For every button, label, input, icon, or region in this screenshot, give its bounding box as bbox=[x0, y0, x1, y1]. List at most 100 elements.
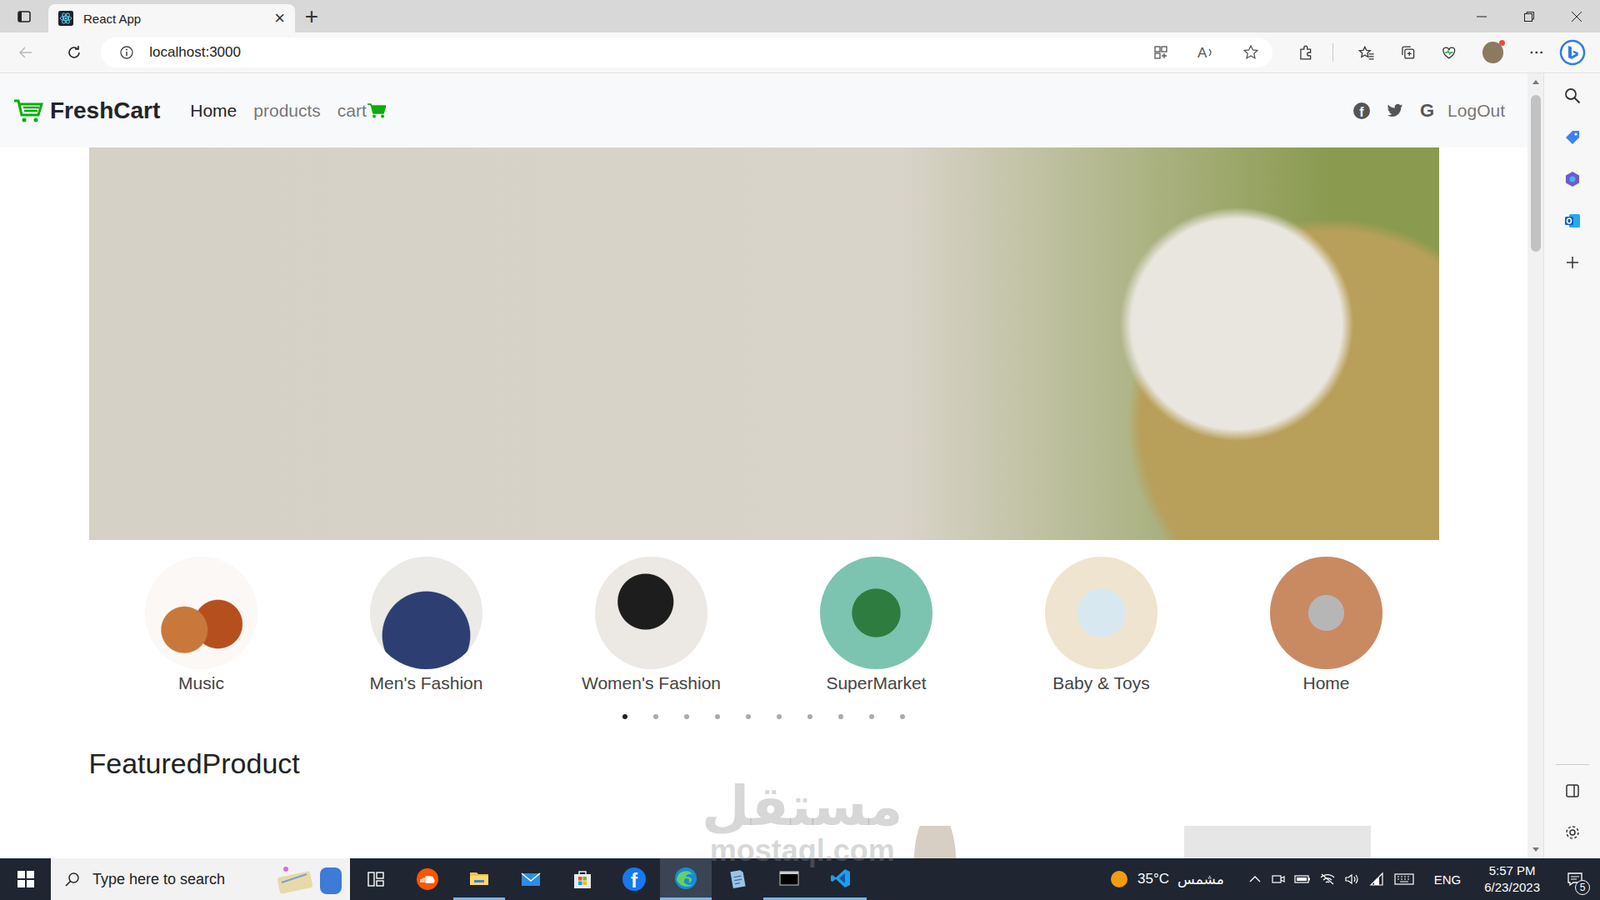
cart-logo-icon bbox=[13, 98, 44, 124]
tab-actions-button[interactable] bbox=[0, 0, 49, 33]
web-page: FreshCartHomeproductscartfGLogOutMusicMe… bbox=[0, 73, 1528, 859]
read-aloud-button[interactable]: A bbox=[1197, 45, 1215, 60]
settings-gear-icon[interactable] bbox=[1563, 823, 1582, 842]
category-item[interactable]: Men's Fashion bbox=[314, 556, 540, 694]
product-card[interactable] bbox=[89, 825, 412, 859]
taskbar-app[interactable] bbox=[350, 858, 402, 900]
facebook-icon[interactable]: f bbox=[1353, 102, 1370, 120]
taskbar-search[interactable]: Type here to search bbox=[50, 858, 350, 900]
address-bar[interactable]: localhost:3000 A bbox=[100, 37, 1273, 68]
search-icon bbox=[64, 870, 81, 888]
taskbar-app[interactable] bbox=[401, 858, 454, 900]
profile-avatar[interactable] bbox=[1482, 41, 1504, 64]
camera-icon[interactable] bbox=[1270, 871, 1286, 887]
restore-button[interactable] bbox=[1505, 0, 1553, 33]
hide-sidebar-icon[interactable] bbox=[1563, 781, 1582, 800]
taskbar-app[interactable] bbox=[556, 858, 609, 900]
logout-link[interactable]: LogOut bbox=[1447, 100, 1505, 121]
favorites-icon[interactable] bbox=[1358, 44, 1375, 61]
carousel-dot[interactable] bbox=[745, 714, 751, 720]
taskbar-app[interactable] bbox=[763, 858, 815, 900]
wifi-icon[interactable] bbox=[1369, 871, 1386, 887]
product-card[interactable] bbox=[431, 825, 755, 859]
carousel-dot[interactable] bbox=[715, 714, 720, 720]
nav-link[interactable]: Home bbox=[190, 100, 237, 121]
taskbar-app[interactable]: f bbox=[608, 858, 660, 900]
input-language[interactable]: ENG bbox=[1434, 872, 1462, 887]
category-item[interactable]: Women's Fashion bbox=[539, 556, 765, 694]
add-icon[interactable] bbox=[1563, 253, 1582, 272]
cart-icon bbox=[367, 103, 386, 119]
refresh-button[interactable] bbox=[52, 44, 97, 61]
carousel-dot[interactable] bbox=[653, 714, 659, 720]
tools-icon[interactable] bbox=[1563, 170, 1582, 189]
browser-tab[interactable]: React App× bbox=[48, 4, 295, 33]
read-aloud-glyph: A bbox=[1197, 45, 1207, 60]
taskbar-app[interactable] bbox=[660, 858, 712, 900]
app-available-icon[interactable] bbox=[1152, 44, 1170, 61]
carousel-dot[interactable] bbox=[776, 714, 782, 720]
profile-notification-dot bbox=[1499, 40, 1505, 46]
twitter-icon[interactable] bbox=[1386, 103, 1404, 119]
clock[interactable]: 5:57 PM6/23/2023 bbox=[1484, 862, 1540, 897]
carousel-dot[interactable] bbox=[622, 714, 628, 720]
taskbar-app[interactable] bbox=[711, 858, 764, 900]
taskbar-app[interactable] bbox=[453, 858, 505, 900]
shopping-tag-icon[interactable] bbox=[1563, 128, 1582, 147]
tab-strip: React App×+ bbox=[0, 0, 1600, 33]
tab-close-button[interactable]: × bbox=[274, 9, 285, 28]
back-button[interactable] bbox=[0, 44, 53, 61]
category-item[interactable]: Music bbox=[89, 556, 315, 694]
carousel-dot[interactable] bbox=[869, 714, 875, 720]
search-icon[interactable] bbox=[1563, 86, 1582, 105]
nav-link[interactable]: cart bbox=[337, 100, 386, 121]
taskbar-app[interactable] bbox=[815, 858, 867, 900]
carousel-dot[interactable] bbox=[838, 714, 844, 720]
minimize-button[interactable] bbox=[1457, 0, 1505, 33]
collections-icon[interactable] bbox=[1400, 44, 1417, 61]
new-tab-button[interactable]: + bbox=[295, 0, 329, 33]
nav-link[interactable]: products bbox=[253, 100, 321, 121]
bing-button[interactable] bbox=[1545, 39, 1600, 66]
product-card[interactable] bbox=[1116, 825, 1440, 859]
notification-center-button[interactable]: 5 bbox=[1550, 870, 1600, 889]
info-icon bbox=[119, 45, 135, 60]
volume-icon[interactable] bbox=[1344, 871, 1361, 887]
url-text: localhost:3000 bbox=[149, 44, 241, 61]
start-button[interactable] bbox=[0, 858, 51, 900]
category-item[interactable]: Baby & Toys bbox=[989, 556, 1215, 694]
carousel-dot[interactable] bbox=[807, 714, 813, 720]
scroll-thumb[interactable] bbox=[1530, 95, 1541, 252]
weather-widget[interactable]: 35°Cمشمس bbox=[1109, 869, 1225, 890]
category-name: Women's Fashion bbox=[581, 673, 721, 694]
category-item[interactable]: SuperMarket bbox=[764, 556, 990, 694]
close-window-button[interactable] bbox=[1552, 0, 1600, 33]
more-icon[interactable] bbox=[1528, 44, 1545, 61]
taskbar-app[interactable] bbox=[505, 858, 557, 900]
scrollbar[interactable] bbox=[1527, 73, 1544, 859]
taskbar: Type here to search f 35°Cمشمس ENG 5:57 PM6/… bbox=[0, 858, 1600, 900]
file-explorer-icon bbox=[467, 866, 491, 890]
brand-logo[interactable]: FreshCart bbox=[13, 97, 160, 125]
chevron-up-icon[interactable] bbox=[1247, 871, 1263, 887]
keyboard-icon[interactable] bbox=[1394, 871, 1415, 887]
refresh-icon bbox=[65, 44, 83, 61]
weather-temperature: 35°C bbox=[1137, 870, 1170, 888]
favorite-star-icon[interactable] bbox=[1242, 44, 1260, 61]
network-icon[interactable] bbox=[1319, 871, 1336, 887]
product-image bbox=[876, 825, 994, 859]
category-item[interactable]: Home bbox=[1214, 556, 1440, 694]
google-icon[interactable]: G bbox=[1420, 100, 1435, 122]
extensions-icon[interactable] bbox=[1297, 44, 1315, 61]
navbar: FreshCartHomeproductscartfGLogOut bbox=[0, 73, 1528, 148]
category-image bbox=[1045, 556, 1158, 670]
outlook-icon[interactable] bbox=[1563, 211, 1582, 230]
carousel-dot[interactable] bbox=[684, 714, 690, 720]
product-card[interactable] bbox=[774, 825, 1097, 859]
battery-icon[interactable] bbox=[1294, 871, 1311, 887]
performance-icon[interactable] bbox=[1440, 44, 1458, 61]
social-links: fG bbox=[1353, 100, 1435, 122]
carousel-dots bbox=[89, 714, 1440, 720]
clock-time: 5:57 PM bbox=[1489, 862, 1536, 880]
carousel-dot[interactable] bbox=[900, 714, 905, 720]
